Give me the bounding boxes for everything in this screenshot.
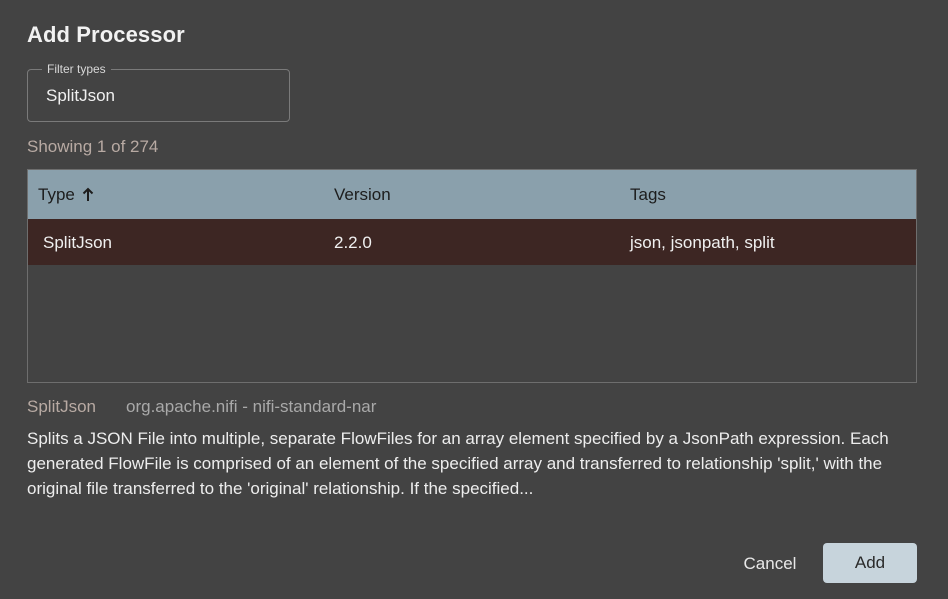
processor-description: Splits a JSON File into multiple, separa… bbox=[27, 429, 889, 498]
column-header-version[interactable]: Version bbox=[334, 185, 391, 205]
results-count: Showing 1 of 274 bbox=[27, 137, 159, 156]
filter-types-field[interactable]: Filter types bbox=[27, 62, 290, 122]
column-header-type[interactable]: Type bbox=[38, 185, 94, 205]
add-processor-dialog: Add Processor Filter types Showing 1 of … bbox=[0, 0, 948, 599]
dialog-title: Add Processor bbox=[27, 22, 185, 47]
row-type-cell: SplitJson bbox=[43, 233, 112, 252]
table-row[interactable]: SplitJson 2.2.0 json, jsonpath, split bbox=[28, 219, 916, 265]
filter-types-label: Filter types bbox=[42, 62, 111, 76]
selected-processor-name: SplitJson bbox=[27, 397, 96, 416]
row-version-cell: 2.2.0 bbox=[334, 233, 372, 252]
cancel-button[interactable]: Cancel bbox=[727, 545, 813, 583]
column-header-type-label: Type bbox=[38, 185, 75, 204]
arrow-up-icon bbox=[82, 187, 94, 203]
add-button[interactable]: Add bbox=[823, 543, 917, 583]
filter-types-input[interactable] bbox=[46, 84, 276, 108]
processor-types-table: Type Version Tags SplitJson 2.2.0 json, … bbox=[27, 169, 917, 383]
selected-processor-bundle: org.apache.nifi - nifi-standard-nar bbox=[126, 397, 377, 416]
table-header: Type Version Tags bbox=[28, 170, 916, 219]
row-tags-cell: json, jsonpath, split bbox=[630, 233, 775, 252]
column-header-tags[interactable]: Tags bbox=[630, 185, 666, 205]
